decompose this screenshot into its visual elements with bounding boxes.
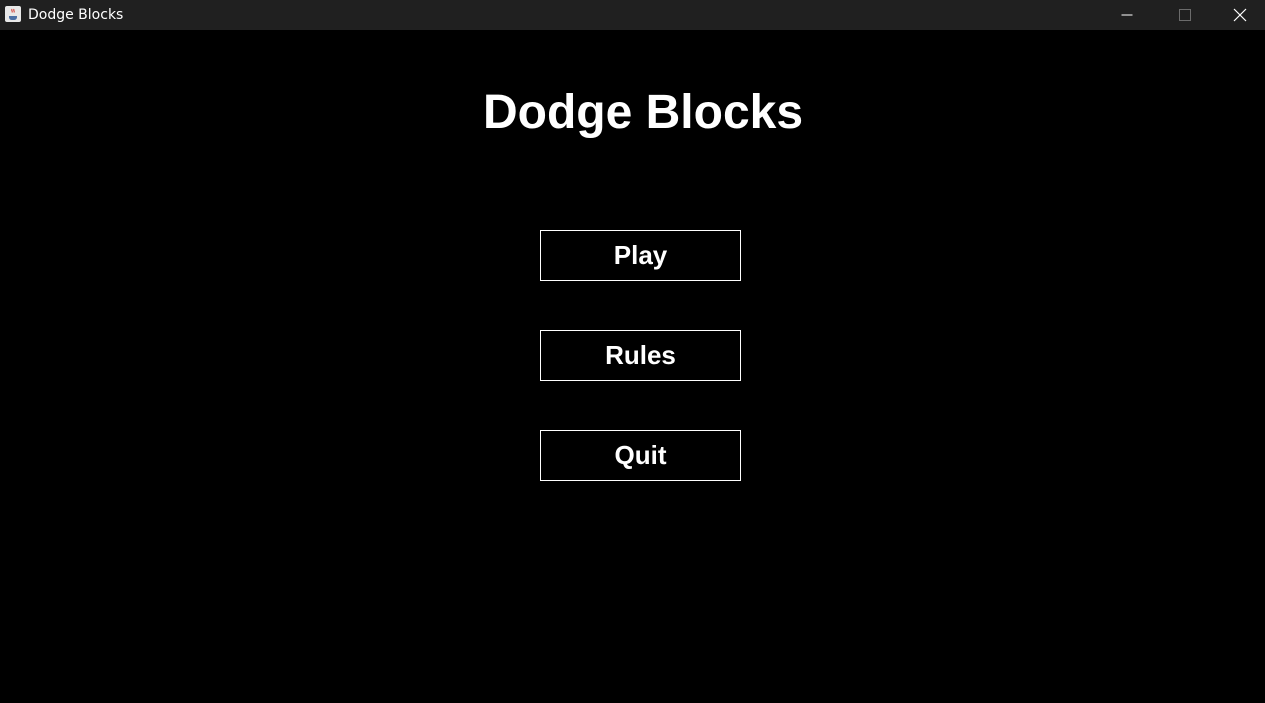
- maximize-icon: [1179, 9, 1191, 21]
- window-titlebar[interactable]: Dodge Blocks: [0, 0, 1265, 30]
- close-button[interactable]: [1215, 0, 1265, 30]
- rules-button-label: Rules: [605, 340, 676, 370]
- play-button-label: Play: [613, 240, 668, 270]
- quit-button[interactable]: Quit: [540, 430, 741, 481]
- window-title: Dodge Blocks: [28, 7, 124, 23]
- minimize-button[interactable]: [1098, 0, 1156, 30]
- play-button[interactable]: Play: [540, 230, 741, 281]
- game-window: Dodge Blocks Dodge Blocks Play Rules Qui…: [0, 0, 1265, 703]
- minimize-icon: [1121, 14, 1133, 16]
- maximize-button[interactable]: [1156, 0, 1214, 30]
- java-app-icon: [5, 6, 21, 22]
- quit-button-label: Quit: [614, 440, 667, 470]
- game-canvas: Dodge Blocks Play Rules Quit: [0, 30, 1265, 703]
- rules-button[interactable]: Rules: [540, 330, 741, 381]
- close-icon: [1233, 8, 1247, 22]
- game-title: Dodge Blocks: [482, 86, 804, 139]
